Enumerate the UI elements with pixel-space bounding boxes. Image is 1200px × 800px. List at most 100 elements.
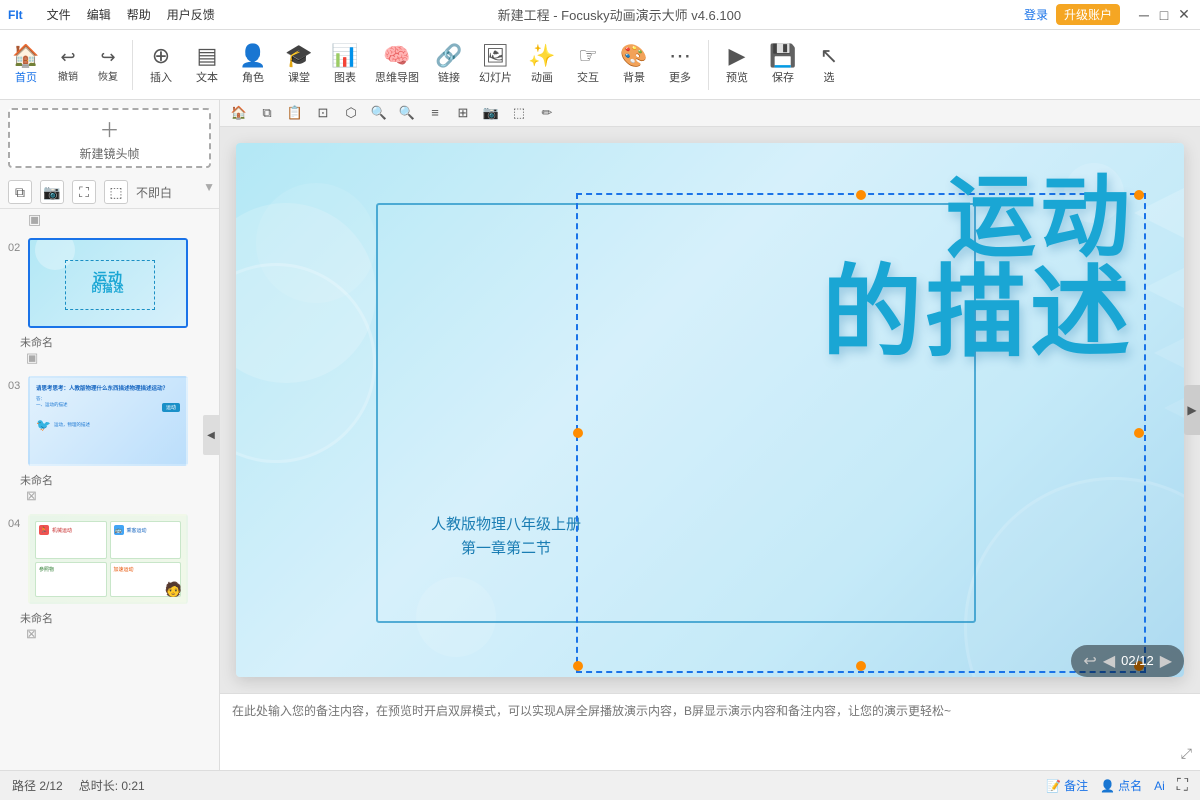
chart-label: 图表	[334, 69, 356, 85]
slide-canvas[interactable]: 人教版物理八年级上册 第一章第二节 运动 的描述	[220, 127, 1200, 693]
window-controls: ─ □ ✕	[1136, 7, 1192, 23]
divider-1	[132, 40, 133, 90]
toolbar-class[interactable]: 🎓 课堂	[277, 41, 321, 89]
toolbar-save[interactable]: 💾 保存	[761, 41, 805, 89]
role-icon: 👤	[239, 45, 266, 67]
handle-bottom[interactable]	[856, 661, 866, 671]
toolbar-anim[interactable]: ✨ 动画	[520, 41, 564, 89]
toolbar-bg[interactable]: 🎨 背景	[612, 41, 656, 89]
slide-icon: 🖼	[482, 45, 510, 67]
canvas-zoom-out-btn[interactable]: 🔍	[396, 102, 418, 124]
toolbar-preview[interactable]: ▶ 预览	[715, 41, 759, 89]
toolbar-insert[interactable]: ⊕ 插入	[139, 41, 183, 89]
nav-prev-button[interactable]: ↩	[1083, 651, 1096, 671]
bg-icon: 🎨	[620, 45, 647, 67]
toolbar-text[interactable]: ▤ 文本	[185, 41, 229, 89]
mindmap-label: 思维导图	[375, 69, 419, 85]
text-icon: ▤	[197, 45, 218, 67]
toolbar-slide[interactable]: 🖼 幻灯片	[473, 41, 518, 89]
slide-thumb-03: 请思考思考：人教版物理什么东西描述物理描述运动？ 答： 一、运动的描述 运动	[28, 376, 188, 466]
duration-label: 总时长: 0:21	[79, 777, 145, 794]
slide-04-cell1: 🏃 机械运动	[35, 521, 107, 559]
notes-button[interactable]: 📝 备注	[1046, 777, 1088, 794]
canvas-layer-btn[interactable]: ⬚	[508, 102, 530, 124]
canvas-edit-btn[interactable]: ✏	[536, 102, 558, 124]
maximize-button[interactable]: □	[1156, 7, 1172, 23]
undo-label: 撤销	[58, 68, 78, 83]
titlebar: FIt 文件 编辑 帮助 用户反馈 新建工程 - Focusky动画演示大师 v…	[0, 0, 1200, 30]
toolbar-interact[interactable]: ☞ 交互	[566, 41, 610, 89]
toolbar-select[interactable]: ↖ 选	[807, 41, 851, 89]
canvas-photo-btn[interactable]: 📷	[480, 102, 502, 124]
minimize-button[interactable]: ─	[1136, 7, 1152, 23]
copy-frame-button[interactable]: ⧉	[8, 180, 32, 204]
slide-item-04[interactable]: 04 🏃 机械运动 🚌 乘客运动	[0, 510, 219, 608]
insert-icon: ⊕	[152, 45, 170, 67]
slides-list: 02 运动 的描述 未命名 ▣ 03	[0, 230, 219, 770]
menu-feedback[interactable]: 用户反馈	[167, 6, 215, 23]
camera-button[interactable]: 📷	[40, 180, 64, 204]
left-panel: ＋ 新建镜头帧 ⧉ 📷 ⛶ ⬚ 不即白 ▣ 02 运动	[0, 100, 220, 770]
slide-03-content: 答： 一、运动的描述 运动	[36, 396, 180, 414]
canvas-copy-btn[interactable]: ⧉	[256, 102, 278, 124]
panel-collapse-button[interactable]: ◀	[203, 415, 219, 455]
canvas-paste-btn[interactable]: 📋	[284, 102, 306, 124]
subtitle-line1: 人教版物理八年级上册	[431, 513, 581, 537]
link-icon: 🔗	[435, 45, 462, 67]
canvas-zoom-in-btn[interactable]: 🔍	[368, 102, 390, 124]
slide-num-04: 04	[8, 514, 28, 530]
notes-textarea[interactable]	[220, 694, 1200, 770]
interact-icon: ☞	[578, 45, 598, 67]
points-icon: 👤	[1100, 779, 1115, 793]
slide-04-cell3: 参照物	[35, 562, 107, 597]
nav-right-button[interactable]: ▶	[1160, 651, 1172, 671]
toolbar-more[interactable]: ⋯ 更多	[658, 41, 702, 89]
slide-label-04: 未命名	[0, 610, 219, 626]
notes-expand-button[interactable]: ⤢	[1181, 745, 1192, 762]
login-button[interactable]: 登录	[1024, 6, 1048, 23]
slide-label-02: 未命名	[0, 334, 219, 350]
menu-file[interactable]: 文件	[47, 6, 71, 23]
close-button[interactable]: ✕	[1176, 7, 1192, 23]
canvas-align-btn[interactable]: ≡	[424, 102, 446, 124]
points-button[interactable]: 👤 点名	[1100, 777, 1142, 794]
slide-item-03[interactable]: 03 请思考思考：人教版物理什么东西描述物理描述运动？ 答： 一、运动的描述 运…	[0, 372, 219, 470]
canvas-right-collapse[interactable]: ▶	[1184, 385, 1200, 435]
toolbar-redo[interactable]: ↪ 恢复	[90, 45, 126, 85]
frame-fit-button[interactable]: ⛶	[72, 180, 96, 204]
redo-label: 恢复	[98, 68, 118, 83]
toolbar-chart[interactable]: 📊 图表	[323, 41, 367, 89]
class-label: 课堂	[288, 69, 310, 85]
bg-label: 背景	[623, 69, 645, 85]
slide-content: 人教版物理八年级上册 第一章第二节 运动 的描述	[236, 143, 1184, 677]
menu-help[interactable]: 帮助	[127, 6, 151, 23]
toolbar-undo[interactable]: ↩ 撤销	[50, 45, 86, 85]
slide-item-02[interactable]: 02 运动 的描述	[0, 234, 219, 332]
toolbar-link[interactable]: 🔗 链接	[427, 41, 471, 89]
canvas-crop-btn[interactable]: ⊡	[312, 102, 334, 124]
slide-label: 幻灯片	[479, 69, 512, 85]
ai-button[interactable]: Ai	[1154, 779, 1165, 793]
canvas-group-btn[interactable]: ⬡	[340, 102, 362, 124]
toolbar-role[interactable]: 👤 角色	[231, 41, 275, 89]
role-label: 角色	[242, 69, 264, 85]
menu-edit[interactable]: 编辑	[87, 6, 111, 23]
notes-btn-label: 备注	[1064, 777, 1088, 794]
frame-border-button[interactable]: ⬚	[104, 180, 128, 204]
toolbar-mindmap[interactable]: 🧠 思维导图	[369, 41, 425, 89]
notes-icon: 📝	[1046, 779, 1061, 793]
fullscreen-button[interactable]: ⛶	[1177, 777, 1188, 795]
title-line1: 运动	[822, 173, 1134, 263]
frame-name: 不即白	[136, 184, 211, 201]
preview-icon: ▶	[729, 45, 746, 67]
new-frame-button[interactable]: ＋ 新建镜头帧	[8, 108, 211, 168]
toolbar-home[interactable]: 🏠 首页	[4, 41, 48, 89]
more-label: 更多	[669, 69, 691, 85]
canvas-home-btn[interactable]: 🏠	[228, 102, 250, 124]
upgrade-button[interactable]: 升级账户	[1056, 4, 1120, 25]
preview-label: 预览	[726, 69, 748, 85]
nav-left-button[interactable]: ◀	[1103, 651, 1115, 671]
main-toolbar: 🏠 首页 ↩ 撤销 ↪ 恢复 ⊕ 插入 ▤ 文本 👤 角色 🎓 课堂 📊 图表	[0, 30, 1200, 100]
handle-bottom-left[interactable]	[573, 661, 583, 671]
canvas-dist-btn[interactable]: ⊞	[452, 102, 474, 124]
